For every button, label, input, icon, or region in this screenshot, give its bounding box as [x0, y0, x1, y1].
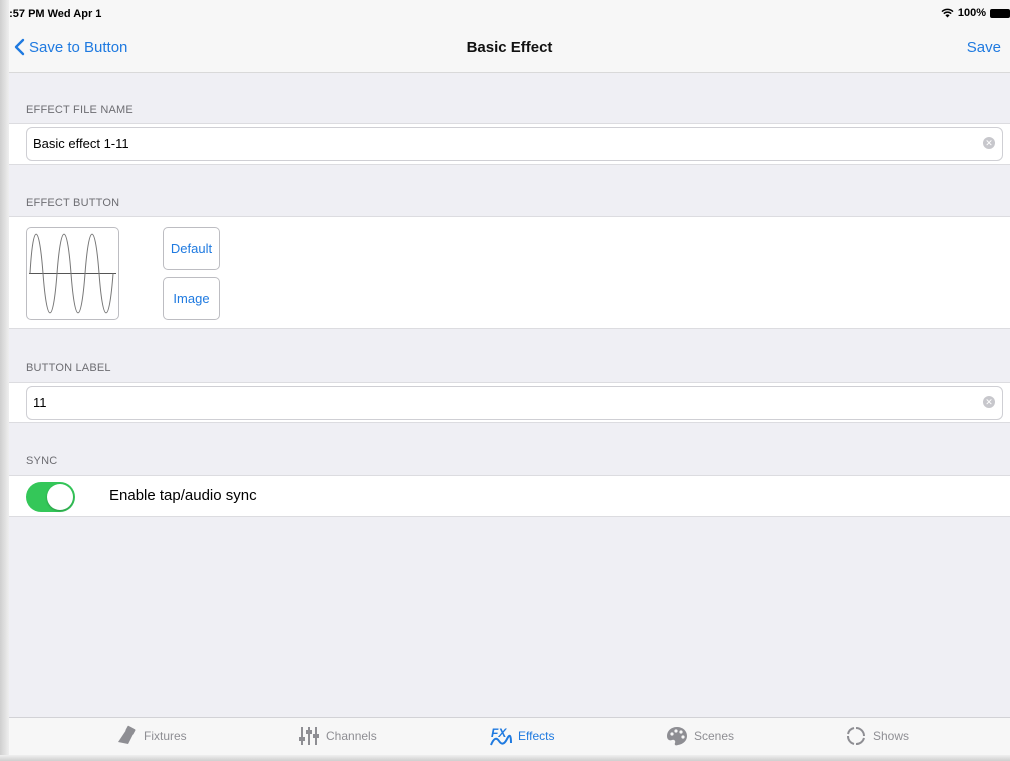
status-time: 3:57 PM Wed Apr 1: [9, 8, 102, 20]
app-screen: 3:57 PM Wed Apr 1 100% Save to Button Ba…: [9, 0, 1010, 755]
choose-image-button[interactable]: Image: [163, 277, 220, 320]
effect-file-name-field: ✕: [26, 127, 1003, 161]
cycle-icon: [847, 727, 865, 745]
tab-bar: Fixtures Channels FX Effects Scenes Show…: [9, 717, 1010, 755]
battery-icon: [990, 8, 1010, 18]
button-label-field: ✕: [26, 386, 1003, 420]
tab-fixtures-label: Fixtures: [144, 729, 187, 743]
effect-preview-image: [26, 227, 119, 320]
status-bar: 3:57 PM Wed Apr 1 100%: [9, 0, 1010, 24]
page-title: Basic Effect: [466, 39, 553, 56]
palette-icon: [667, 727, 687, 746]
section-header-effect-button: EFFECT BUTTON: [26, 197, 120, 209]
save-button[interactable]: Save: [967, 39, 1001, 56]
sync-cell: Enable tap/audio sync: [9, 475, 1010, 517]
fx-icon: FX: [490, 726, 512, 746]
effect-file-name-input[interactable]: [33, 128, 963, 158]
section-header-button-label: BUTTON LABEL: [26, 362, 111, 374]
default-image-button[interactable]: Default: [163, 227, 220, 270]
sliders-icon: [299, 727, 319, 745]
button-label-input[interactable]: [33, 387, 963, 417]
section-header-sync: SYNC: [26, 455, 58, 467]
clear-button-label-button[interactable]: ✕: [983, 396, 995, 408]
navigation-bar: Save to Button Basic Effect Save: [9, 24, 1010, 73]
tab-effects-label: Effects: [518, 729, 555, 743]
device-frame: 3:57 PM Wed Apr 1 100% Save to Button Ba…: [0, 0, 1010, 761]
sync-toggle-label: Enable tap/audio sync: [109, 487, 257, 504]
svg-text:FX: FX: [491, 726, 507, 740]
clear-effect-file-name-button[interactable]: ✕: [983, 137, 995, 149]
tab-channels[interactable]: Channels: [298, 725, 377, 747]
effect-file-name-cell: ✕: [9, 123, 1010, 165]
wifi-icon: [941, 8, 954, 18]
tab-channels-label: Channels: [326, 729, 377, 743]
status-indicators: 100%: [941, 7, 1010, 19]
fixture-icon: [118, 725, 136, 744]
tab-scenes[interactable]: Scenes: [666, 725, 734, 747]
frame-shadow-bottom: [0, 755, 1010, 761]
tab-scenes-label: Scenes: [694, 729, 735, 743]
sync-toggle[interactable]: [26, 482, 75, 512]
tab-effects[interactable]: FX Effects: [490, 725, 554, 747]
section-header-effect-file-name: EFFECT FILE NAME: [26, 104, 133, 116]
effect-button-cell: Default Image: [9, 216, 1010, 329]
sine-wave-icon: [29, 233, 116, 314]
sync-toggle-knob: [47, 484, 73, 510]
tab-fixtures[interactable]: Fixtures: [116, 725, 187, 747]
tab-shows[interactable]: Shows: [845, 725, 909, 747]
button-label-cell: ✕: [9, 382, 1010, 423]
battery-percent: 100%: [957, 7, 986, 19]
tab-shows-label: Shows: [873, 729, 910, 743]
